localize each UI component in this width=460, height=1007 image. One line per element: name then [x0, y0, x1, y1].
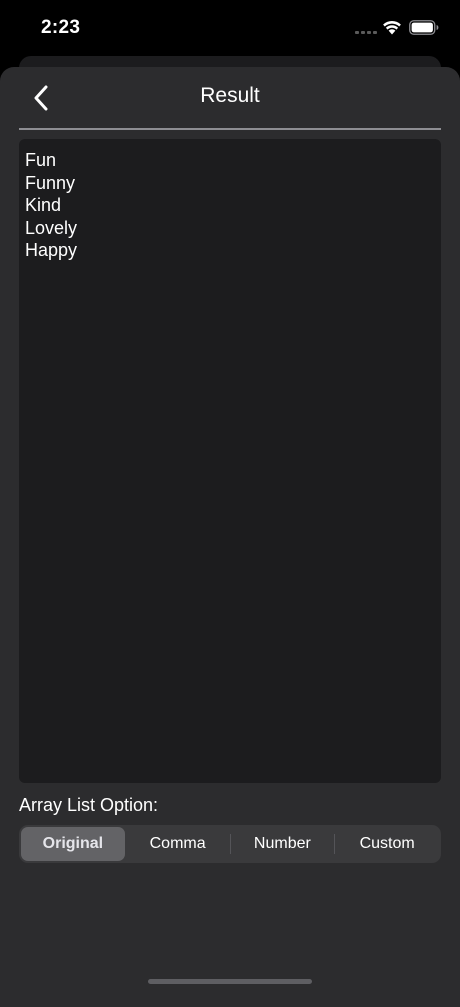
cellular-signal-icon	[355, 31, 377, 35]
battery-icon	[409, 20, 439, 35]
status-bar: 2:23	[0, 0, 460, 58]
result-line: Lovely	[25, 217, 78, 238]
segment-custom[interactable]: Custom	[335, 827, 439, 861]
home-indicator[interactable]	[148, 979, 312, 984]
page-title: Result	[200, 84, 260, 107]
result-line: Happy	[25, 240, 78, 260]
segment-comma[interactable]: Comma	[126, 827, 230, 861]
nav-divider	[19, 128, 441, 130]
status-time: 2:23	[41, 17, 81, 38]
result-line: Kind	[25, 195, 62, 215]
segment-number[interactable]: Number	[231, 827, 335, 861]
navigation-bar: Result	[0, 67, 460, 129]
array-list-option-control: Original Comma Number Custom	[19, 825, 441, 863]
wifi-icon	[383, 20, 401, 35]
result-sheet: Result Fun Funny Kind Lovely Happy Array…	[0, 67, 460, 1007]
array-list-option-label: Array List Option:	[19, 795, 159, 815]
result-line: Fun	[25, 150, 57, 170]
result-text-area[interactable]: Fun Funny Kind Lovely Happy	[19, 139, 441, 783]
result-line: Funny	[25, 172, 76, 193]
segment-original[interactable]: Original	[21, 827, 125, 861]
